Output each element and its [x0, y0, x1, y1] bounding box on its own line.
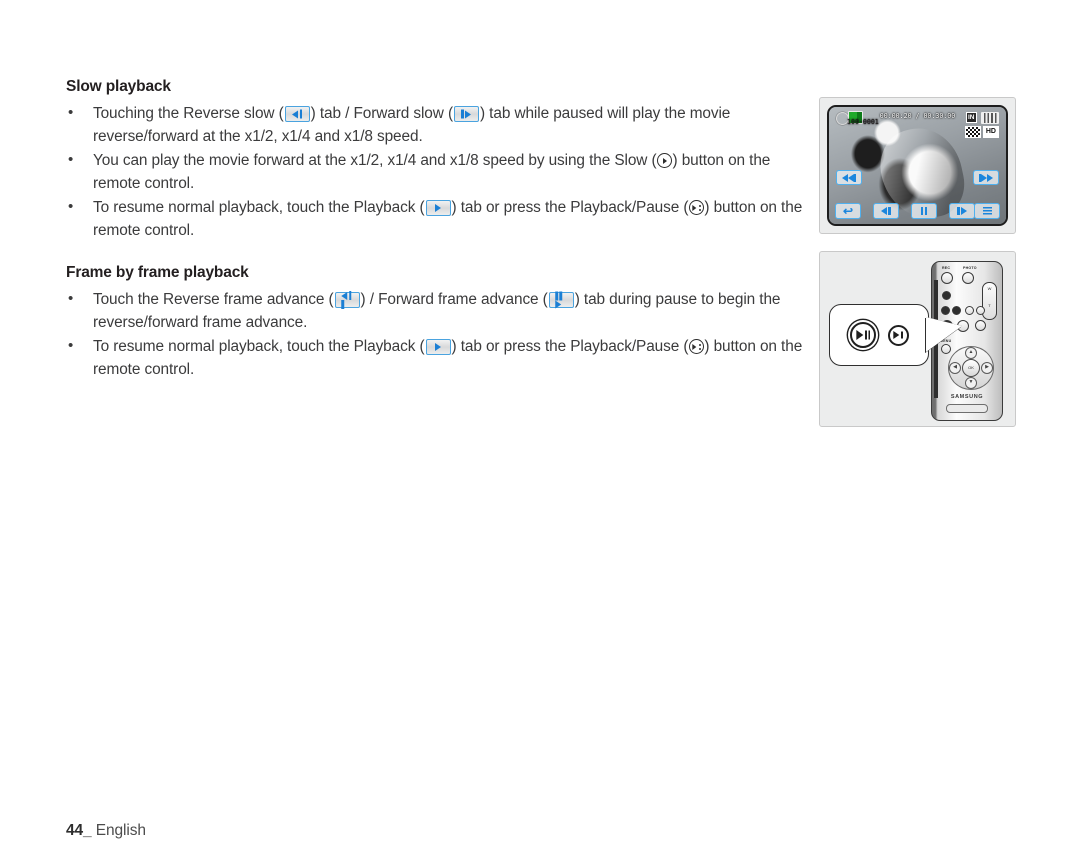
page-language: English — [95, 822, 146, 839]
skip-previous-tab[interactable] — [836, 170, 862, 185]
section-heading: Slow playback — [66, 78, 171, 95]
section-slow-playback: Slow playback Touching the Reverse slow … — [66, 78, 808, 242]
bullet-text: To resume normal playback, touch the Pla… — [93, 199, 425, 216]
display-button[interactable] — [942, 291, 951, 300]
list-item: You can play the movie forward at the x1… — [66, 148, 808, 195]
section-heading: Frame by frame playback — [66, 264, 249, 281]
bullet-list: Touching the Reverse slow ( ) tab / Forwa… — [66, 101, 808, 242]
slow-button-callout-icon — [887, 324, 909, 346]
zoom-rocker[interactable]: W T — [982, 282, 997, 320]
manual-page: Slow playback Touching the Reverse slow … — [0, 0, 1080, 866]
pause-icon — [924, 207, 928, 215]
dpad-up-button[interactable]: ▲ — [965, 347, 977, 359]
return-tab[interactable]: ↩ — [835, 203, 861, 219]
list-item: To resume normal playback, touch the Pla… — [66, 195, 808, 242]
return-arrow-icon: ↩ — [842, 204, 854, 218]
pause-icon — [920, 207, 924, 215]
zoom-wide-label: W — [987, 286, 992, 291]
slow-button-glyph — [657, 153, 672, 168]
reverse-frame-advance-tab-icon — [334, 291, 360, 309]
battery-bars-icon — [981, 112, 999, 124]
playback-tab-icon — [425, 339, 451, 355]
bullet-list: Touch the Reverse frame advance ( ) / For… — [66, 287, 808, 381]
lcd-screen: 00:00:20 / 00:30:00 IN HD 100-0001 ↩ — [827, 105, 1008, 226]
list-item: Touch the Reverse frame advance ( ) / For… — [66, 287, 808, 334]
rec-button-label: REC — [942, 266, 951, 270]
slow-bar-icon — [956, 207, 960, 215]
playback-time-readout: 00:00:20 / 00:30:00 — [879, 112, 956, 120]
rec-button[interactable] — [941, 272, 953, 284]
prev-button[interactable] — [965, 306, 974, 315]
reverse-slow-tab[interactable] — [873, 203, 899, 219]
remote-control-figure: REC PHOTO W T MENU ▲ ▼ ◀ ▶ — [819, 251, 1016, 427]
ok-button[interactable]: OK — [962, 359, 980, 377]
forward-frame-advance-tab-icon — [548, 291, 574, 309]
remote-ir-window — [946, 404, 988, 413]
remote-button-callout — [829, 304, 929, 366]
page-number: 44_ — [66, 822, 92, 839]
bullet-text: Touching the Reverse slow ( — [93, 105, 284, 122]
section-frame-by-frame-playback: Frame by frame playback Touch the Revers… — [66, 264, 808, 381]
pause-tab[interactable] — [911, 203, 937, 219]
forward-slow-icon — [961, 207, 968, 215]
reverse-slow-icon — [880, 207, 887, 215]
next-button[interactable] — [976, 306, 985, 315]
menu-tab[interactable] — [974, 203, 1000, 219]
bullet-text: ) tab / Forward slow ( — [310, 105, 453, 122]
skip-next-icon — [987, 173, 994, 182]
playback-pause-button-glyph — [688, 339, 704, 354]
slow-button[interactable] — [975, 320, 986, 331]
file-number-readout: 100-0001 — [847, 118, 879, 126]
bullet-text: You can play the movie forward at the x1… — [93, 152, 657, 169]
list-item: To resume normal playback, touch the Pla… — [66, 334, 808, 381]
list-item: Touching the Reverse slow ( ) tab / Forwa… — [66, 101, 808, 148]
storage-badge: IN — [965, 112, 977, 123]
dpad-down-button[interactable]: ▼ — [965, 377, 977, 389]
bullet-text: To resume normal playback, touch the Pla… — [93, 338, 425, 355]
skip-next-tab[interactable] — [973, 170, 999, 185]
forward-slow-tab[interactable] — [949, 203, 975, 219]
slow-bar-icon — [888, 207, 892, 215]
lcd-screen-figure: 00:00:20 / 00:30:00 IN HD 100-0001 ↩ — [819, 97, 1016, 234]
remote-brand-label: SAMSUNG — [950, 394, 984, 400]
playback-pause-button-callout-icon — [849, 322, 876, 348]
content-column: Slow playback Touching the Reverse slow … — [66, 78, 808, 382]
playback-pause-button-glyph — [688, 200, 704, 215]
quality-badge: HD — [982, 126, 999, 138]
checkerboard-icon — [965, 126, 981, 138]
skip-bar-icon — [853, 173, 857, 182]
fast-forward-button[interactable] — [952, 306, 961, 315]
playback-tab-icon — [425, 200, 451, 216]
bullet-text: ) / Forward frame advance ( — [360, 291, 548, 308]
forward-slow-tab-icon — [453, 106, 479, 122]
page-footer: 44_ English — [66, 822, 146, 840]
bullet-text: ) tab or press the Playback/Pause ( — [451, 199, 689, 216]
photo-button-label: PHOTO — [963, 266, 977, 270]
zoom-tele-label: T — [988, 303, 991, 308]
dpad-left-button[interactable]: ◀ — [949, 362, 961, 374]
photo-button[interactable] — [962, 272, 974, 284]
reverse-slow-tab-icon — [284, 106, 310, 122]
bullet-text: ) tab or press the Playback/Pause ( — [451, 338, 689, 355]
direction-pad[interactable]: ▲ ▼ ◀ ▶ OK — [948, 346, 994, 390]
menu-lines-icon — [982, 206, 992, 216]
rewind-button[interactable] — [941, 306, 950, 315]
bullet-text: Touch the Reverse frame advance ( — [93, 291, 334, 308]
dpad-right-button[interactable]: ▶ — [981, 362, 993, 374]
